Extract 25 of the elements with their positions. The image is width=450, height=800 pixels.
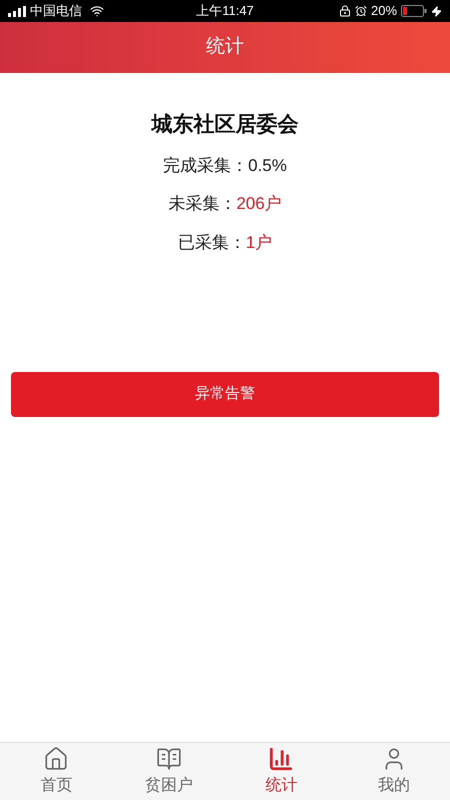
stat-value: 206户 — [236, 193, 282, 215]
book-icon — [156, 746, 182, 772]
stat-label: 已采集： — [178, 232, 246, 254]
clock-text: 上午11:47 — [195, 2, 255, 20]
tab[interactable]: 贫困户 — [112, 743, 225, 800]
header-title: 统计 — [206, 35, 244, 60]
bar-chart-icon — [268, 746, 294, 772]
lock-icon — [338, 5, 351, 17]
alarm-icon — [354, 5, 367, 17]
tab[interactable]: 统计 — [225, 743, 338, 800]
alert-button[interactable]: 异常告警 — [11, 372, 439, 417]
tab[interactable]: 我的 — [338, 743, 450, 800]
battery-text: 20% — [370, 2, 398, 20]
stat-value: 1户 — [246, 232, 272, 254]
signal-icon — [8, 6, 26, 16]
tab[interactable]: 首页 — [0, 743, 112, 800]
stat-label: 完成采集： — [163, 154, 248, 176]
battery-icon — [401, 5, 428, 17]
wifi-icon — [90, 4, 104, 18]
charging-icon — [431, 6, 442, 16]
stat-value: 0.5% — [248, 154, 287, 176]
org-name: 城东社区居委会 — [152, 112, 298, 138]
house-icon — [43, 746, 70, 772]
carrier-text: 中国电信 — [30, 2, 82, 20]
stat-label: 未采集： — [168, 193, 236, 215]
